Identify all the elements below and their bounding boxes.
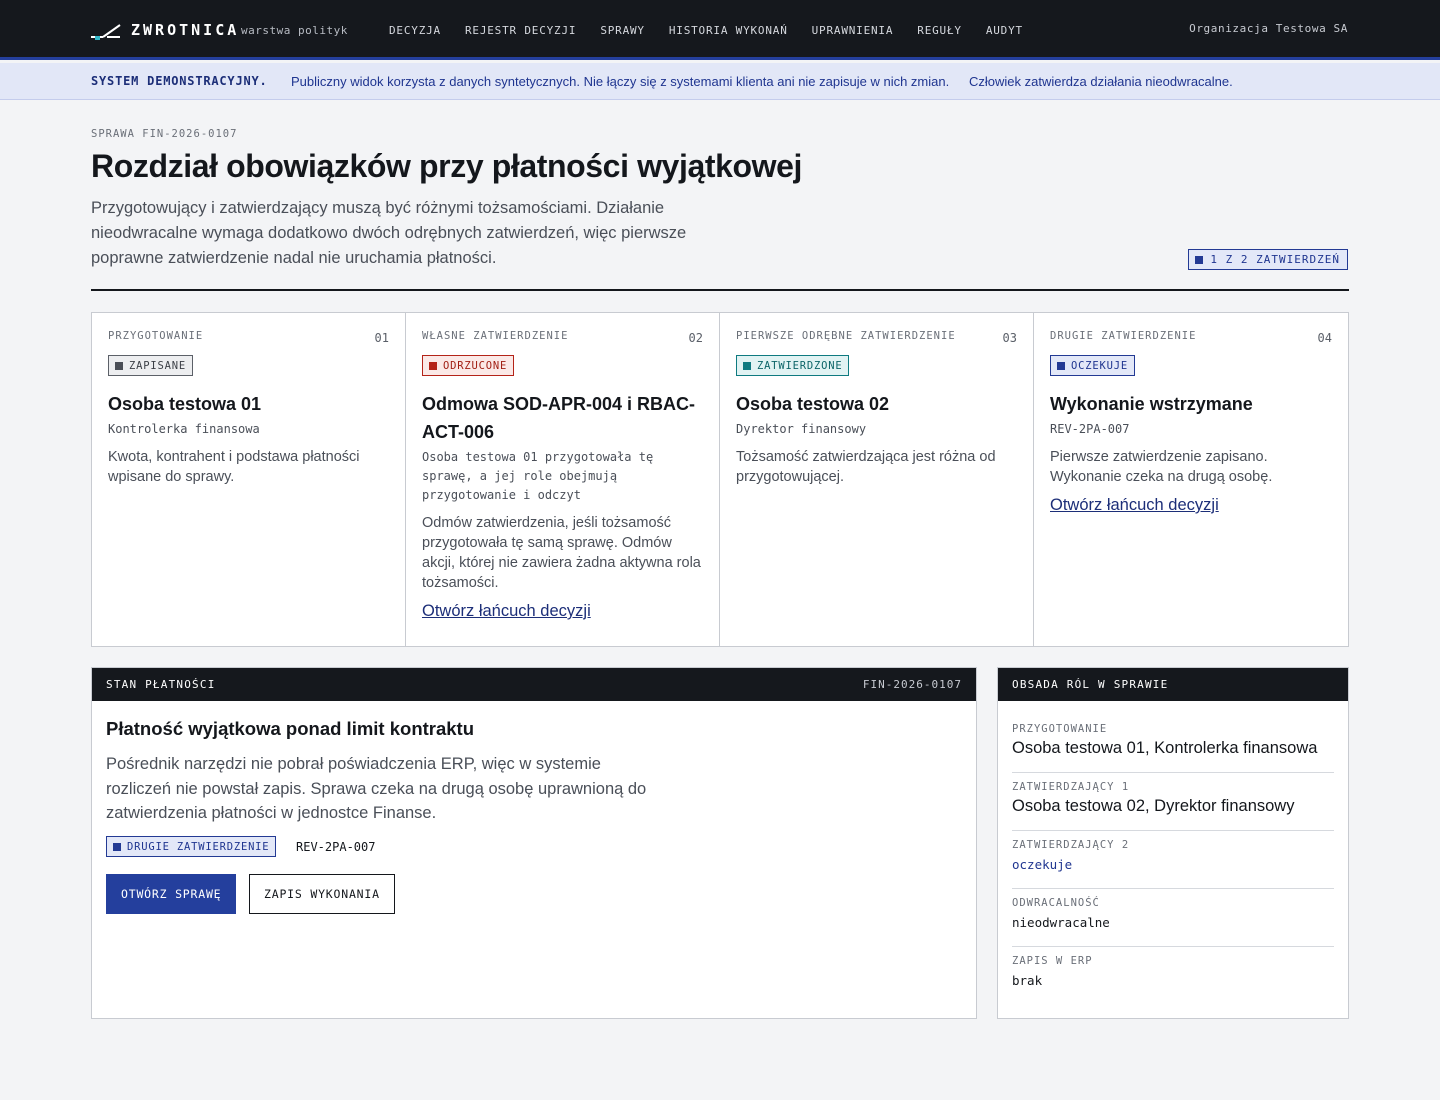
step-card-preparation: PRZYGOTOWANIE 01 ZAPISANE Osoba testowa … [92, 313, 406, 646]
status-square-icon [1195, 255, 1204, 264]
role-value: Osoba testowa 02, Dyrektor finansowy [1012, 797, 1295, 815]
decision-chain-link[interactable]: Otwórz łańcuch decyzji [422, 602, 591, 621]
status-badge: OCZEKUJE [1050, 355, 1135, 376]
step-subtitle: REV-2PA-007 [1050, 422, 1130, 436]
role-label: ZATWIERDZAJĄCY 1 [1012, 781, 1130, 793]
status-badge-label: OCZEKUJE [1071, 359, 1128, 372]
role-item-reversibility: ODWRACALNOŚĆ nieodwracalne [1012, 889, 1334, 947]
status-square-icon [743, 361, 751, 370]
role-item-preparation: PRZYGOTOWANIE Osoba testowa 01, Kontrole… [1012, 701, 1334, 773]
step-label: WŁASNE ZATWIERDZENIE [422, 330, 569, 342]
step-label: PIERWSZE ODRĘBNE ZATWIERDZENIE [736, 330, 956, 342]
step-card-second-approval: DRUGIE ZATWIERDZENIE 04 OCZEKUJE Wykonan… [1034, 313, 1348, 646]
status-badge-label: ZAPISANE [129, 359, 186, 372]
step-description: Kwota, kontrahent i podstawa płatności w… [108, 449, 360, 485]
panel-title: OBSADA RÓL W SPRAWIE [1012, 678, 1169, 691]
status-square-icon [113, 842, 121, 851]
step-title: Osoba testowa 02 [736, 394, 890, 414]
step-number: 01 [374, 331, 389, 345]
role-value: oczekuje [1012, 857, 1073, 872]
status-badge: ZATWIERDZONE [736, 355, 850, 376]
step-card-self-approval: WŁASNE ZATWIERDZENIE 02 ODRZUCONE Odmowa… [406, 313, 720, 646]
step-card-first-approval: PIERWSZE ODRĘBNE ZATWIERDZENIE 03 ZATWIE… [720, 313, 1034, 646]
nav-item-rejestr-decyzji[interactable]: REJESTR DECYZJI [465, 24, 576, 37]
step-label: PRZYGOTOWANIE [108, 330, 204, 342]
step-description: Odmów zatwierdzenia, jeśli tożsamość prz… [422, 515, 701, 591]
status-square-icon [115, 361, 123, 370]
banner-text: Publiczny widok korzysta z danych syntet… [291, 74, 950, 89]
panel-header: STAN PŁATNOŚCI FIN-2026-0107 [92, 668, 976, 701]
banner-label: SYSTEM DEMONSTRACYJNY. [91, 74, 268, 88]
review-ref: REV-2PA-007 [296, 840, 376, 854]
step-title: Wykonanie wstrzymane [1050, 394, 1253, 414]
step-description: Tożsamość zatwierdzająca jest różna od p… [736, 449, 996, 485]
nav-item-historia-wykonan[interactable]: HISTORIA WYKONAŃ [669, 24, 788, 37]
role-value: brak [1012, 973, 1043, 988]
step-title: Odmowa SOD-APR-004 i RBAC-ACT-006 [422, 394, 696, 442]
step-label: DRUGIE ZATWIERDZENIE [1050, 330, 1197, 342]
payment-status-panel: STAN PŁATNOŚCI FIN-2026-0107 Płatność wy… [91, 667, 977, 1019]
status-badge: ZAPISANE [108, 355, 193, 376]
step-number: 02 [688, 331, 703, 345]
brand-subtitle: warstwa polityk [241, 24, 348, 37]
role-item-erp-record: ZAPIS W ERP brak [1012, 947, 1334, 1005]
role-item-approver-2: ZATWIERDZAJĄCY 2 oczekuje [1012, 831, 1334, 889]
nav-item-uprawnienia[interactable]: UPRAWNIENIA [812, 24, 894, 37]
nav-item-sprawy[interactable]: SPRAWY [600, 24, 645, 37]
banner-text-secondary: Człowiek zatwierdza działania nieodwraca… [969, 74, 1233, 89]
payment-title: Płatność wyjątkowa ponad limit kontraktu [106, 718, 475, 739]
demo-banner: SYSTEM DEMONSTRACYJNY. Publiczny widok k… [0, 63, 1440, 100]
nav-item-decyzja[interactable]: DECYZJA [389, 24, 441, 37]
role-item-approver-1: ZATWIERDZAJĄCY 1 Osoba testowa 02, Dyrek… [1012, 773, 1334, 831]
page-title: Rozdział obowiązków przy płatności wyjąt… [91, 148, 803, 184]
status-badge-label: ZATWIERDZONE [757, 359, 843, 372]
panel-case-ref: FIN-2026-0107 [862, 678, 962, 691]
open-case-button[interactable]: OTWÓRZ SPRAWĘ [106, 874, 237, 914]
approval-steps: PRZYGOTOWANIE 01 ZAPISANE Osoba testowa … [91, 312, 1349, 647]
step-subtitle: Kontrolerka finansowa [108, 422, 260, 436]
approval-count-badge: 1 Z 2 ZATWIERDZEŃ [1188, 249, 1348, 270]
status-badge: DRUGIE ZATWIERDZENIE [106, 836, 277, 857]
nav-item-reguly[interactable]: REGUŁY [917, 24, 962, 37]
role-label: ODWRACALNOŚĆ [1012, 897, 1100, 909]
panel-header: OBSADA RÓL W SPRAWIE [998, 668, 1348, 701]
page-lead: Przygotowujący i zatwierdzający muszą by… [91, 199, 687, 267]
header-divider [91, 289, 1349, 291]
execution-record-button[interactable]: ZAPIS WYKONANIA [249, 874, 395, 914]
role-list: PRZYGOTOWANIE Osoba testowa 01, Kontrole… [998, 701, 1348, 1005]
status-square-icon [1057, 361, 1065, 370]
status-badge-label: DRUGIE ZATWIERDZENIE [127, 840, 270, 853]
organization-name: Organizacja Testowa SA [1189, 22, 1348, 35]
step-subtitle: Dyrektor finansowy [736, 422, 867, 436]
status-badge: ODRZUCONE [422, 355, 515, 376]
brand-name[interactable]: ZWROTNICA [131, 21, 239, 39]
status-badge-label: ODRZUCONE [443, 359, 508, 372]
role-label: ZAPIS W ERP [1012, 955, 1093, 967]
decision-chain-link[interactable]: Otwórz łańcuch decyzji [1050, 496, 1219, 515]
nav-item-audyt[interactable]: AUDYT [986, 24, 1023, 37]
step-number: 04 [1317, 331, 1332, 345]
role-value: Osoba testowa 01, Kontrolerka finansowa [1012, 739, 1318, 757]
role-value: nieodwracalne [1012, 915, 1110, 930]
case-roles-panel: OBSADA RÓL W SPRAWIE PRZYGOTOWANIE Osoba… [997, 667, 1349, 1019]
role-label: ZATWIERDZAJĄCY 2 [1012, 839, 1130, 851]
case-id: SPRAWA FIN-2026-0107 [91, 128, 238, 140]
step-description: Pierwsze zatwierdzenie zapisano. Wykonan… [1050, 449, 1273, 485]
role-label: PRZYGOTOWANIE [1012, 723, 1108, 735]
approval-count-label: 1 Z 2 ZATWIERDZEŃ [1210, 253, 1340, 266]
payment-description: Pośrednik narzędzi nie pobrał poświadcze… [106, 755, 647, 822]
step-title: Osoba testowa 01 [108, 394, 262, 414]
panel-title: STAN PŁATNOŚCI [106, 678, 216, 691]
logo-icon[interactable] [91, 20, 123, 42]
top-bar: ZWROTNICA warstwa polityk DECYZJA REJEST… [0, 0, 1440, 60]
step-subtitle: Osoba testowa 01 przygotowała tę sprawę,… [422, 450, 654, 502]
status-square-icon [429, 361, 437, 370]
step-number: 03 [1002, 331, 1017, 345]
main-nav: DECYZJA REJESTR DECYZJI SPRAWY HISTORIA … [389, 24, 1023, 37]
